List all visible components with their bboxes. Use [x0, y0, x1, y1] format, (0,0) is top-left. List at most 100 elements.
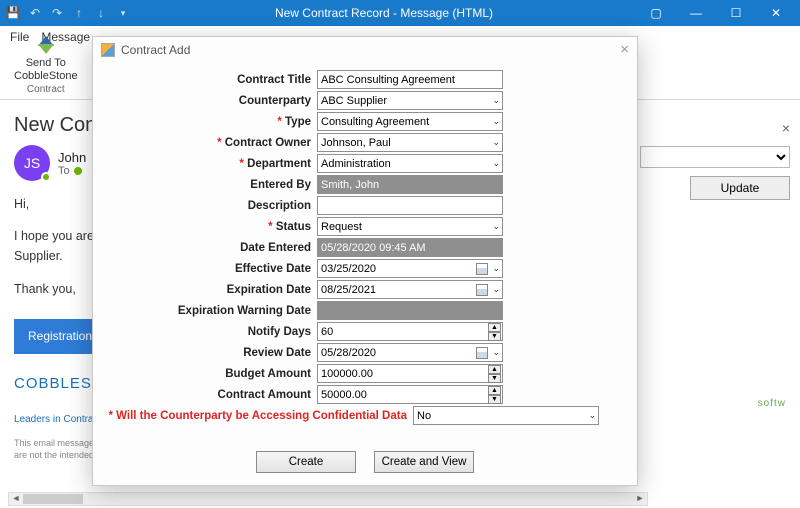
label-expiration-warning: Expiration Warning Date	[107, 305, 317, 317]
maximize-icon[interactable]: ☐	[716, 0, 756, 26]
send-to-cobblestone-button[interactable]: Send To CobbleStone	[8, 34, 84, 84]
select-counterparty[interactable]: ABC Supplier ⌄	[317, 91, 503, 110]
input-description[interactable]	[317, 196, 503, 215]
chevron-down-icon: ⌄	[492, 347, 500, 358]
minimize-icon[interactable]: —	[676, 0, 716, 26]
chevron-down-icon: ⌄	[492, 116, 500, 127]
label-contract-amount: Contract Amount	[107, 389, 317, 401]
label-confidential: Will the Counterparty be Accessing Confi…	[107, 410, 413, 422]
date-effective-value: 03/25/2020	[321, 263, 376, 275]
chevron-down-icon: ⌄	[492, 95, 500, 106]
label-notify-days: Notify Days	[107, 326, 317, 338]
select-department[interactable]: Administration⌄	[317, 154, 503, 173]
spinner-notify-days[interactable]: 60 ▲▼	[317, 322, 503, 341]
input-date-entered	[317, 238, 503, 257]
input-contract-title[interactable]	[317, 70, 503, 89]
undo-icon[interactable]: ↶	[26, 4, 44, 22]
date-review-date[interactable]: 05/28/2020 ⌄	[317, 343, 503, 362]
window-titlebar: 💾 ↶ ↷ ↑ ↓ ▾ New Contract Record - Messag…	[0, 0, 800, 26]
horizontal-scrollbar[interactable]: ◄ ►	[8, 492, 648, 506]
spin-up-icon[interactable]: ▲	[488, 386, 501, 395]
label-type: Type	[107, 116, 317, 128]
select-type[interactable]: Consulting Agreement ⌄	[317, 112, 503, 131]
dialog-titlebar: Contract Add ×	[93, 37, 637, 62]
scroll-right-icon[interactable]: ►	[633, 493, 647, 505]
save-icon[interactable]: 💾	[4, 4, 22, 22]
close-icon[interactable]: ✕	[756, 0, 796, 26]
update-button[interactable]: Update	[690, 176, 790, 200]
calendar-icon	[476, 263, 488, 275]
spin-down-icon[interactable]: ▼	[488, 332, 501, 341]
spinner-budget-amount[interactable]: 100000.00 ▲▼	[317, 364, 503, 383]
side-panel: × Update	[640, 120, 790, 200]
select-contract-owner[interactable]: Johnson, Paul⌄	[317, 133, 503, 152]
spin-up-icon[interactable]: ▲	[488, 365, 501, 374]
chevron-down-icon: ⌄	[492, 221, 500, 232]
create-and-view-button[interactable]: Create and View	[374, 451, 474, 473]
select-type-value: Consulting Agreement	[321, 116, 429, 128]
date-review-value: 05/28/2020	[321, 347, 376, 359]
scroll-thumb[interactable]	[23, 494, 83, 504]
input-expiration-warning	[317, 301, 503, 320]
scroll-left-icon[interactable]: ◄	[9, 493, 23, 505]
select-contract-owner-value: Johnson, Paul	[321, 137, 391, 149]
window-controls: ▢ — ☐ ✕	[636, 0, 796, 26]
redo-icon[interactable]: ↷	[48, 4, 66, 22]
avatar: JS	[14, 145, 50, 181]
body-line2: Supplier.	[14, 249, 63, 263]
contract-add-dialog: Contract Add × Contract Title Counterpar…	[92, 36, 638, 486]
label-expiration-date: Expiration Date	[107, 284, 317, 296]
spinner-budget-value: 100000.00	[321, 368, 373, 380]
label-budget-amount: Budget Amount	[107, 368, 317, 380]
label-description: Description	[107, 200, 317, 212]
spin-up-icon[interactable]: ▲	[488, 323, 501, 332]
label-review-date: Review Date	[107, 347, 317, 359]
spin-down-icon[interactable]: ▼	[488, 395, 501, 404]
calendar-icon	[476, 347, 488, 359]
label-entered-by: Entered By	[107, 179, 317, 191]
panel-close-icon[interactable]: ×	[782, 120, 790, 136]
label-effective-date: Effective Date	[107, 263, 317, 275]
chevron-down-icon: ⌄	[492, 263, 500, 274]
select-confidential[interactable]: No ⌄	[413, 406, 599, 425]
dialog-close-icon[interactable]: ×	[620, 41, 629, 58]
send-to-label-1: Send To	[26, 57, 66, 69]
select-counterparty-value: ABC Supplier	[321, 95, 387, 107]
presence-indicator-icon	[41, 172, 51, 182]
arrow-down-icon[interactable]: ↓	[92, 4, 110, 22]
chevron-down-icon: ⌄	[492, 284, 500, 295]
date-expiration-date[interactable]: 08/25/2021⌄	[317, 280, 503, 299]
select-status[interactable]: Request ⌄	[317, 217, 503, 236]
label-contract-owner: Contract Owner	[107, 137, 317, 149]
create-button[interactable]: Create	[256, 451, 356, 473]
sender-name: John	[58, 150, 86, 165]
label-contract-title: Contract Title	[107, 74, 317, 86]
calendar-icon	[476, 284, 488, 296]
presence-small-icon	[74, 167, 82, 175]
dialog-button-row: Create Create and View	[93, 443, 637, 485]
chevron-down-icon: ⌄	[588, 410, 596, 421]
panel-dropdown[interactable]	[640, 146, 790, 168]
label-date-entered: Date Entered	[107, 242, 317, 254]
dialog-body: Contract Title Counterparty ABC Supplier…	[93, 62, 637, 443]
cobblestone-logo-icon	[36, 36, 56, 56]
spinner-contract-value: 50000.00	[321, 389, 367, 401]
select-status-value: Request	[321, 221, 362, 233]
ribbon-group-contract: Send To CobbleStone Contract	[8, 34, 84, 95]
quick-access-toolbar: 💾 ↶ ↷ ↑ ↓ ▾	[4, 4, 132, 22]
send-to-label-2: CobbleStone	[14, 70, 78, 82]
avatar-initials: JS	[24, 155, 40, 171]
spinner-notify-value: 60	[321, 326, 333, 338]
ribbon-display-icon[interactable]: ▢	[636, 0, 676, 26]
dialog-app-icon	[101, 43, 115, 57]
chevron-down-icon: ⌄	[492, 158, 500, 169]
qat-dropdown-icon[interactable]: ▾	[114, 4, 132, 22]
label-status: Status	[107, 221, 317, 233]
arrow-up-icon[interactable]: ↑	[70, 4, 88, 22]
window-title: New Contract Record - Message (HTML)	[132, 6, 636, 20]
spin-down-icon[interactable]: ▼	[488, 374, 501, 383]
date-effective-date[interactable]: 03/25/2020 ⌄	[317, 259, 503, 278]
spinner-contract-amount[interactable]: 50000.00 ▲▼	[317, 385, 503, 404]
select-confidential-value: No	[417, 410, 431, 422]
to-line: To	[58, 165, 86, 177]
